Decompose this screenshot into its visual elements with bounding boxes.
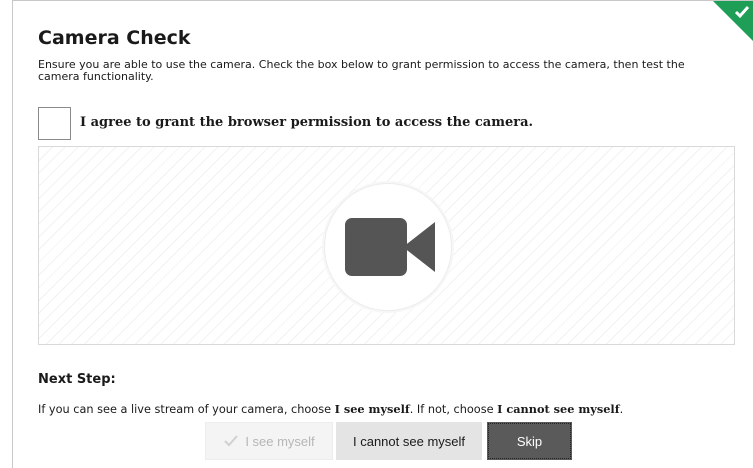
- video-camera-icon: [345, 218, 435, 276]
- cannot-see-myself-label: I cannot see myself: [353, 433, 465, 449]
- camera-placeholder: [324, 183, 452, 311]
- page-title: Camera Check: [38, 27, 191, 49]
- next-step-text-3: .: [619, 403, 624, 416]
- next-step-bold-2: I cannot see myself: [497, 402, 620, 416]
- permission-checkbox[interactable]: [38, 107, 71, 140]
- next-step-title: Next Step:: [38, 372, 116, 387]
- cannot-see-myself-button[interactable]: I cannot see myself: [336, 422, 482, 460]
- skip-label: Skip: [516, 433, 543, 449]
- permission-label[interactable]: I agree to grant the browser permission …: [80, 115, 533, 130]
- next-step-description: If you can see a live stream of your cam…: [38, 402, 753, 416]
- skip-button[interactable]: Skip: [487, 422, 572, 460]
- page-description: Ensure you are able to use the camera. C…: [38, 58, 685, 83]
- see-myself-label: I see myself: [245, 433, 315, 449]
- checkmark-icon: [224, 435, 239, 447]
- camera-preview-area: [38, 146, 735, 345]
- next-step-text-1: If you can see a live stream of your cam…: [38, 403, 335, 416]
- next-step-bold-1: I see myself: [334, 402, 410, 416]
- next-step-text-2: . If not, choose: [409, 403, 498, 416]
- checkmark-icon: [734, 6, 750, 19]
- see-myself-button[interactable]: I see myself: [205, 422, 333, 460]
- camera-check-panel: Camera Check Ensure you are able to use …: [12, 0, 753, 468]
